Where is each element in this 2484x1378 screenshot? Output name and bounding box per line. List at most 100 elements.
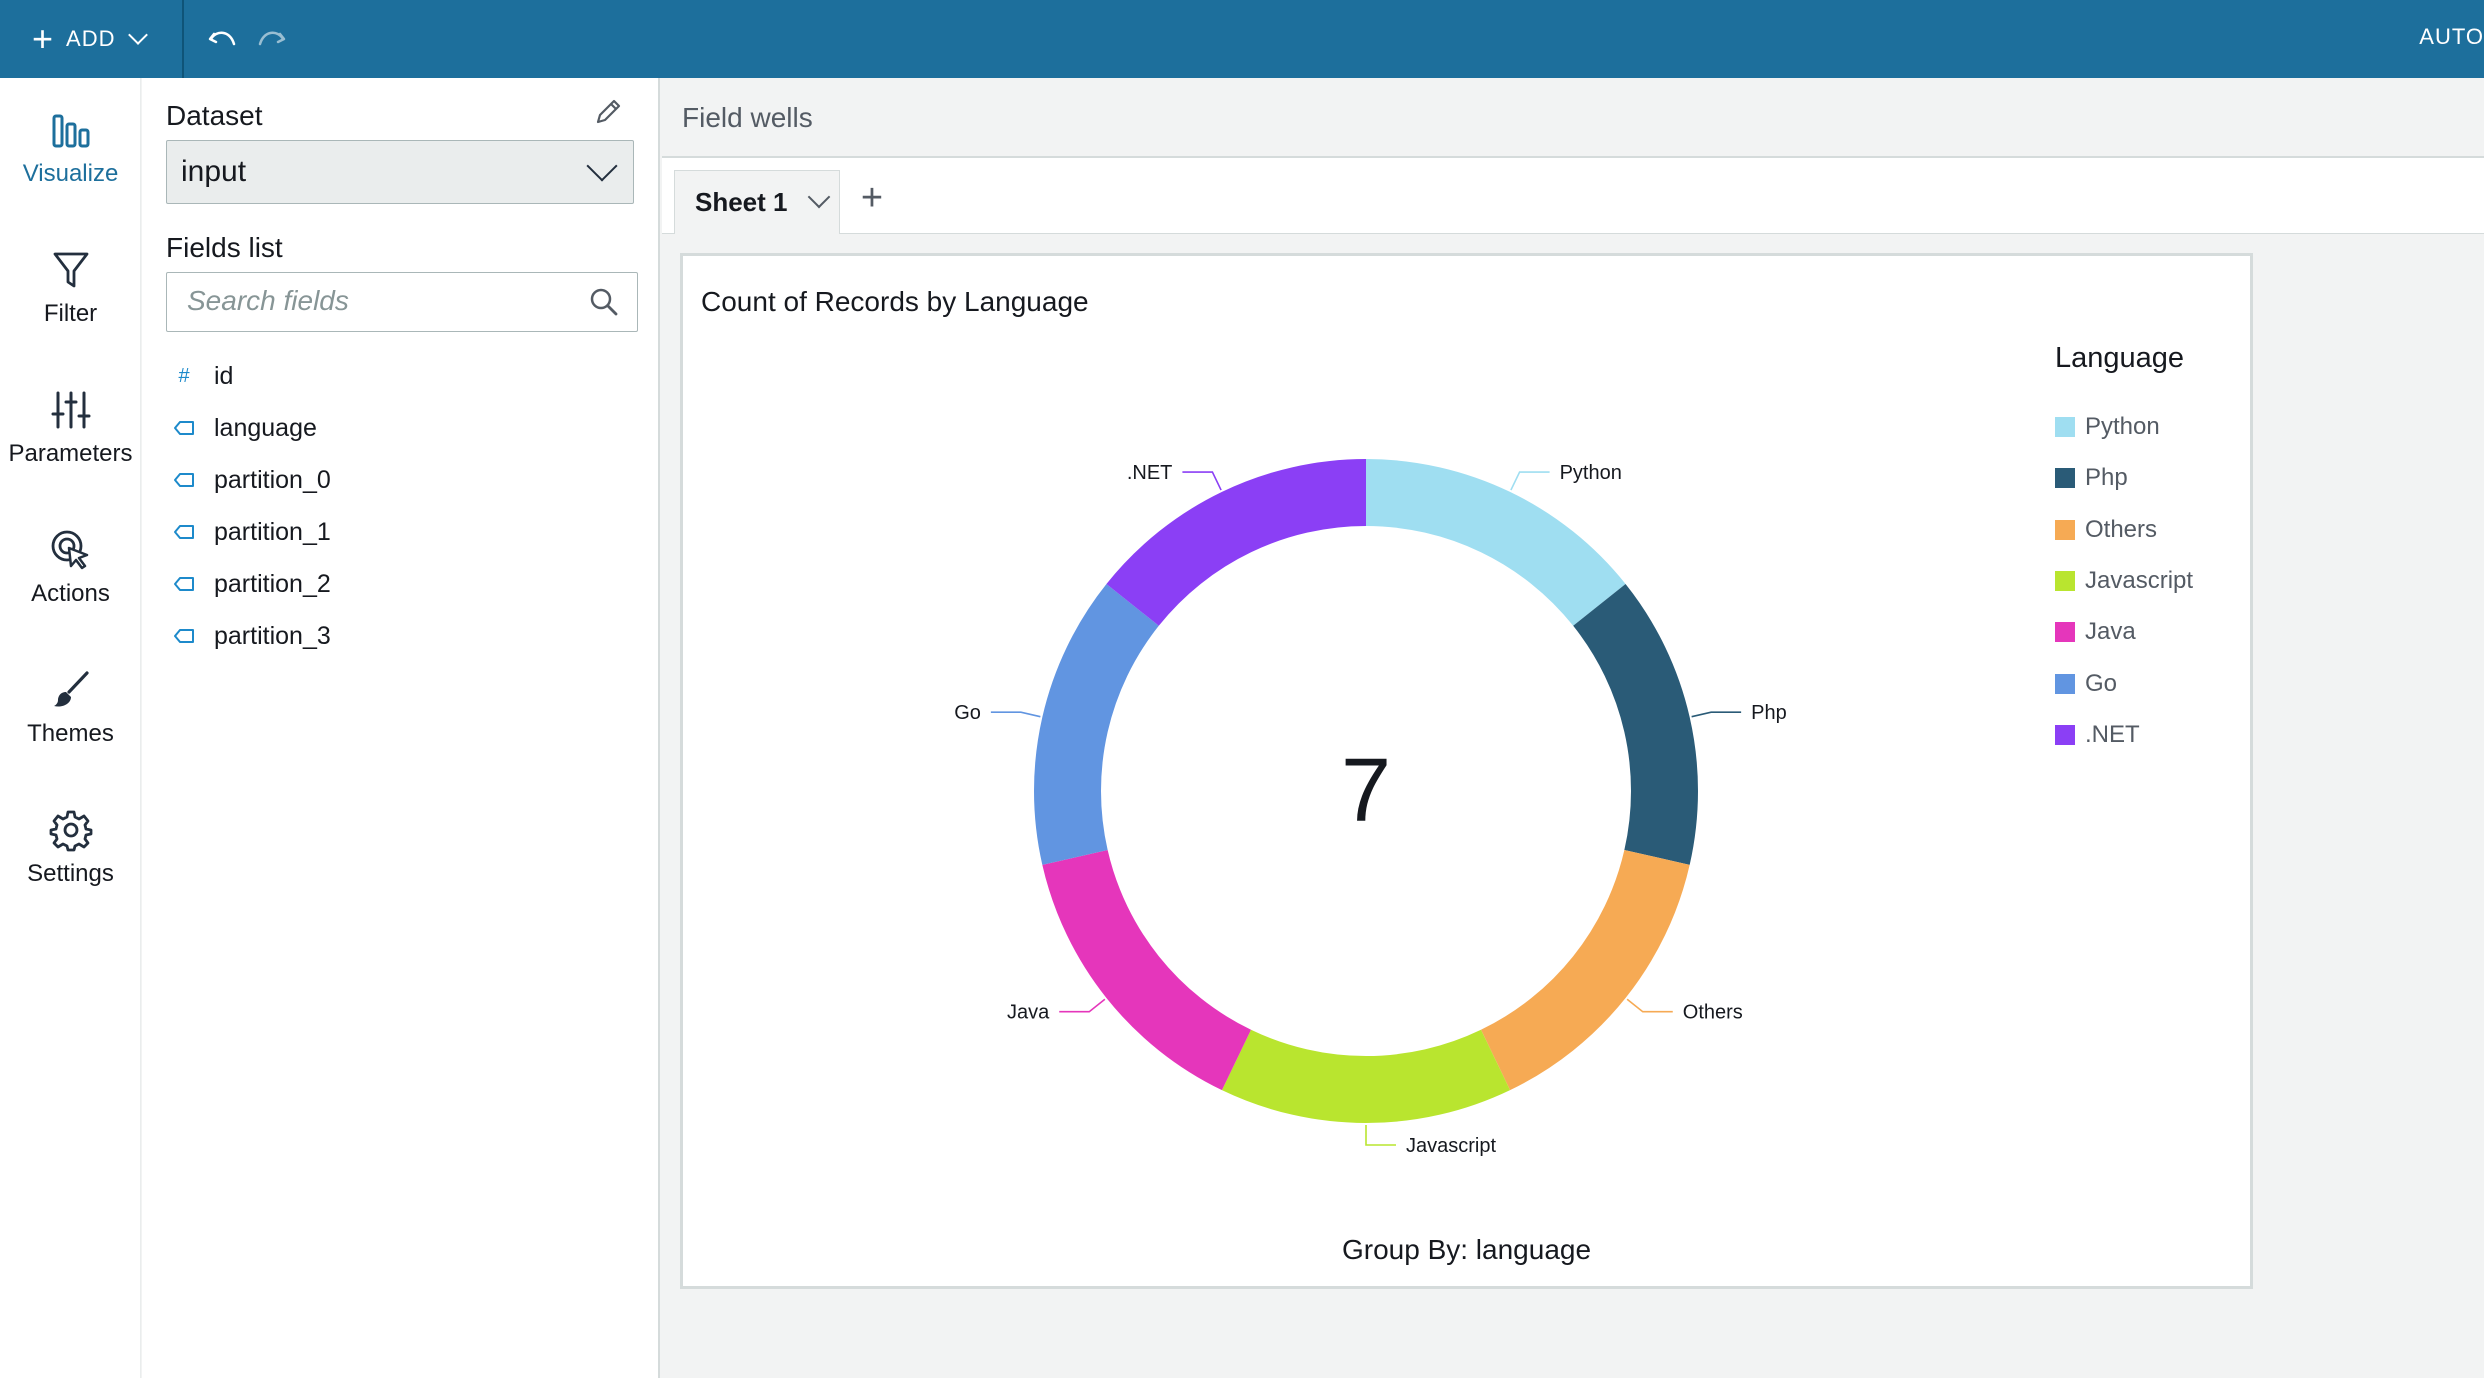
legend-swatch <box>2055 570 2075 591</box>
legend-swatch <box>2055 519 2075 540</box>
legend-label: Php <box>2085 464 2128 492</box>
sheet-tabs-bar: Sheet 1 + <box>662 158 2484 234</box>
left-navigation: Visualize Filter Parameters Actions Them… <box>0 78 141 1378</box>
legend-item-javascript[interactable]: Javascript <box>2055 566 2193 596</box>
funnel-icon <box>53 252 88 288</box>
field-item-label: language <box>214 413 317 442</box>
legend-item-java[interactable]: Java <box>2055 617 2136 647</box>
chevron-down-icon[interactable] <box>807 185 831 209</box>
field-item-language[interactable]: language <box>172 408 317 448</box>
add-sheet-icon[interactable]: + <box>852 178 892 218</box>
fields-list-heading: Fields list <box>166 232 283 263</box>
dimension-tag-icon <box>174 629 194 643</box>
legend-item-go[interactable]: Go <box>2055 669 2117 699</box>
nav-themes[interactable]: Themes <box>0 668 141 748</box>
tab-sheet-1[interactable]: Sheet 1 <box>674 170 840 234</box>
field-item-partition-1[interactable]: partition_1 <box>172 512 331 552</box>
field-item-partition-3[interactable]: partition_3 <box>172 616 331 656</box>
leader-line <box>1182 471 1222 491</box>
legend-item-php[interactable]: Php <box>2055 463 2128 493</box>
donut-chart: Python Php Others Javascript Java Go .NET 7 <box>954 459 1787 1157</box>
cursor-click-icon <box>51 530 88 570</box>
slice-label: Javascript <box>1406 1135 1496 1157</box>
slice-label: Php <box>1751 702 1787 724</box>
field-item-id[interactable]: # id <box>172 356 233 396</box>
legend-swatch <box>2055 417 2075 437</box>
data-panel: Dataset input Fields list # id language … <box>142 78 660 1378</box>
legend-item-net[interactable]: .NET <box>2055 720 2140 750</box>
dimension-tag-icon <box>174 421 194 435</box>
slice-label: Others <box>1683 1002 1743 1024</box>
search-fields-input[interactable] <box>167 273 567 329</box>
field-wells-bar: Field wells <box>662 78 2484 158</box>
nav-actions-label: Actions <box>31 580 110 607</box>
donut-slice-go[interactable] <box>1034 584 1159 865</box>
chevron-down-icon <box>586 150 618 182</box>
add-button[interactable]: + ADD <box>32 18 149 60</box>
dimension-tag-icon <box>174 473 194 487</box>
numeric-field-icon: # <box>178 364 190 387</box>
donut-slice-javascript[interactable] <box>1221 1029 1511 1123</box>
legend-title: Language <box>2055 342 2185 374</box>
nav-filter[interactable]: Filter <box>0 248 141 328</box>
leader-line <box>1365 1125 1396 1146</box>
legend-swatch <box>2055 622 2075 643</box>
leader-line <box>1626 998 1673 1013</box>
legend-label: .NET <box>2085 720 2140 748</box>
field-item-partition-2[interactable]: partition_2 <box>172 564 331 604</box>
nav-actions[interactable]: Actions <box>0 528 141 608</box>
paintbrush-icon <box>53 671 89 707</box>
dataset-select-value: input <box>181 155 247 188</box>
nav-parameters[interactable]: Parameters <box>0 388 141 468</box>
redo-icon[interactable] <box>254 22 288 56</box>
legend-label: Others <box>2085 515 2158 543</box>
legend-item-others[interactable]: Others <box>2055 515 2157 545</box>
leader-line <box>1691 711 1742 718</box>
legend-item-python[interactable]: Python <box>2055 412 2160 442</box>
slice-label: Java <box>1007 1002 1050 1024</box>
leader-line <box>990 711 1041 718</box>
field-item-label: partition_0 <box>214 465 331 494</box>
field-item-label: partition_2 <box>214 569 331 598</box>
slice-label: Python <box>1560 462 1622 484</box>
toolbar-divider <box>182 0 184 78</box>
autosave-label[interactable]: AUTO <box>2419 24 2484 50</box>
field-item-label: id <box>214 361 234 390</box>
donut-chart-visual[interactable]: Count of Records by Language Python Php Ot… <box>680 253 2253 1289</box>
nav-visualize[interactable]: Visualize <box>0 108 141 188</box>
nav-themes-label: Themes <box>27 720 114 747</box>
field-wells-toggle[interactable]: Field wells <box>682 102 813 134</box>
nav-filter-label: Filter <box>43 300 98 327</box>
field-item-label: partition_3 <box>214 621 331 650</box>
donut-slice-others[interactable] <box>1480 849 1690 1091</box>
group-by-label: Group By: language <box>1341 1234 1592 1265</box>
bar-chart-icon <box>52 114 89 148</box>
slice-label: Go <box>954 702 981 724</box>
chevron-down-icon <box>128 25 149 45</box>
dimension-tag-icon <box>174 577 194 591</box>
undo-icon[interactable] <box>206 22 240 56</box>
search-icon[interactable] <box>589 287 619 317</box>
legend-swatch <box>2055 673 2075 694</box>
tab-sheet-1-label: Sheet 1 <box>695 187 788 217</box>
legend-label: Javascript <box>2085 566 2194 594</box>
donut-center-total: 7 <box>1341 741 1391 841</box>
search-fields-box <box>166 272 638 332</box>
add-button-label: ADD <box>66 26 116 51</box>
legend-label: Python <box>2085 413 2160 440</box>
leader-line <box>1059 998 1106 1013</box>
legend-swatch <box>2055 724 2075 745</box>
nav-settings[interactable]: Settings <box>0 808 141 888</box>
field-item-partition-0[interactable]: partition_0 <box>172 460 331 500</box>
nav-visualize-label: Visualize <box>22 160 119 187</box>
gear-icon <box>49 810 92 852</box>
donut-slice-java[interactable] <box>1042 849 1252 1091</box>
donut-slice-php[interactable] <box>1573 584 1698 865</box>
sliders-icon <box>51 391 90 429</box>
dataset-select[interactable]: input <box>166 140 634 204</box>
slice-label: .NET <box>1127 462 1173 484</box>
top-toolbar: + ADD AUTO <box>0 0 2484 78</box>
pencil-icon[interactable] <box>592 96 624 128</box>
dataset-heading: Dataset <box>166 100 263 131</box>
legend-label: Java <box>2085 618 2136 646</box>
